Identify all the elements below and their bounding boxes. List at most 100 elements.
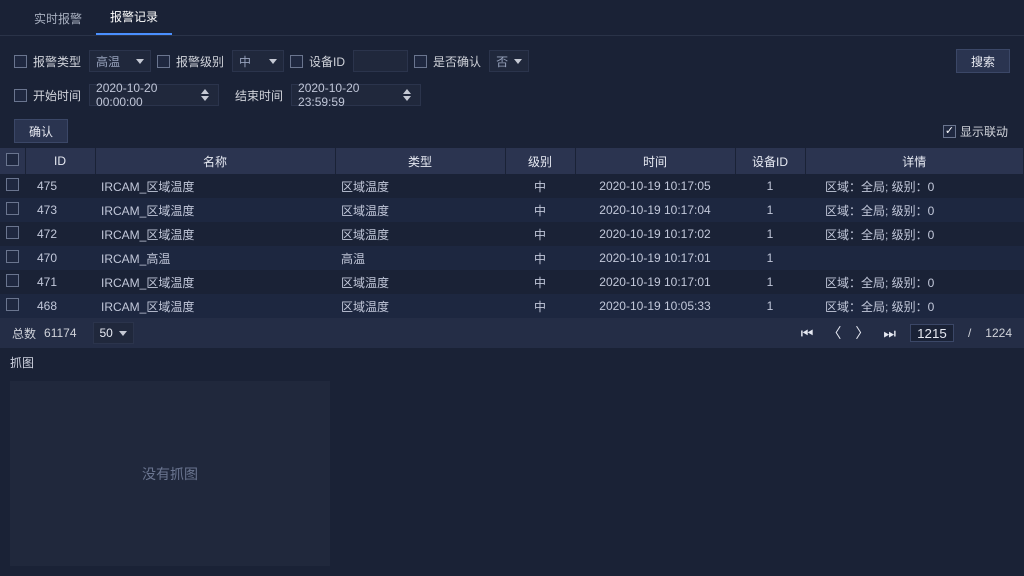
th-id: ID xyxy=(25,148,95,174)
label-confirm: 是否确认 xyxy=(433,53,481,70)
row-checkbox[interactable] xyxy=(6,274,19,287)
tab-bar: 实时报警 报警记录 xyxy=(0,0,1024,36)
label-end-time: 结束时间 xyxy=(235,87,283,104)
cell-id: 468 xyxy=(25,294,95,318)
tab-realtime[interactable]: 实时报警 xyxy=(20,2,96,35)
row-checkbox[interactable] xyxy=(6,178,19,191)
label-alarm-level: 报警级别 xyxy=(176,53,224,70)
cell-detail: 区域：全局; 级别：0 xyxy=(805,198,1024,222)
cell-time: 2020-10-19 10:05:33 xyxy=(575,294,735,318)
checkbox-confirm[interactable] xyxy=(414,55,427,68)
pagination-bar: 总数 61174 50 ⏮ 〈 〉 ⏭ / 1224 xyxy=(0,318,1024,348)
page-total: 1224 xyxy=(985,326,1012,340)
snapshot-title: 抓图 xyxy=(0,348,1024,377)
cell-name: IRCAM_区域温度 xyxy=(95,294,335,318)
chevron-down-icon xyxy=(269,59,277,64)
select-confirm-value: 否 xyxy=(496,53,508,70)
spin-down-icon[interactable] xyxy=(201,96,209,101)
checkbox-start-time[interactable] xyxy=(14,89,27,102)
cell-type: 区域温度 xyxy=(335,222,505,246)
input-start-time-value: 2020-10-20 00:00:00 xyxy=(96,81,198,109)
checkbox-alarm-type[interactable] xyxy=(14,55,27,68)
label-alarm-type: 报警类型 xyxy=(33,53,81,70)
cell-name: IRCAM_区域温度 xyxy=(95,270,335,294)
table-row[interactable]: 468IRCAM_区域温度区域温度中2020-10-19 10:05:331区域… xyxy=(0,294,1024,318)
cell-deviceid: 1 xyxy=(735,294,805,318)
spin-down-icon[interactable] xyxy=(403,96,411,101)
row-checkbox[interactable] xyxy=(6,250,19,263)
confirm-row: 确认 显示联动 xyxy=(0,114,1024,148)
tab-history[interactable]: 报警记录 xyxy=(96,0,172,35)
cell-level: 中 xyxy=(505,270,575,294)
cell-type: 区域温度 xyxy=(335,174,505,198)
table-body: 475IRCAM_区域温度区域温度中2020-10-19 10:17:051区域… xyxy=(0,174,1024,318)
table-row[interactable]: 473IRCAM_区域温度区域温度中2020-10-19 10:17:041区域… xyxy=(0,198,1024,222)
cell-name: IRCAM_区域温度 xyxy=(95,174,335,198)
row-checkbox[interactable] xyxy=(6,202,19,215)
spinner-start xyxy=(198,88,212,102)
cell-name: IRCAM_高温 xyxy=(95,246,335,270)
spin-up-icon[interactable] xyxy=(201,89,209,94)
input-start-time[interactable]: 2020-10-20 00:00:00 xyxy=(89,84,219,106)
row-checkbox[interactable] xyxy=(6,226,19,239)
cell-type: 区域温度 xyxy=(335,270,505,294)
cell-id: 473 xyxy=(25,198,95,222)
cell-deviceid: 1 xyxy=(735,246,805,270)
spin-up-icon[interactable] xyxy=(403,89,411,94)
select-page-size[interactable]: 50 xyxy=(93,322,134,344)
row-checkbox[interactable] xyxy=(6,298,19,311)
cell-id: 475 xyxy=(25,174,95,198)
input-end-time[interactable]: 2020-10-20 23:59:59 xyxy=(291,84,421,106)
th-deviceid: 设备ID xyxy=(735,148,805,174)
first-page-icon[interactable]: ⏮ xyxy=(801,325,814,342)
select-confirm[interactable]: 否 xyxy=(489,50,529,72)
snapshot-empty-text: 没有抓图 xyxy=(142,464,198,484)
search-button[interactable]: 搜索 xyxy=(956,49,1010,73)
cell-level: 中 xyxy=(505,294,575,318)
table-row[interactable]: 472IRCAM_区域温度区域温度中2020-10-19 10:17:021区域… xyxy=(0,222,1024,246)
cell-name: IRCAM_区域温度 xyxy=(95,222,335,246)
prev-page-icon[interactable]: 〈 xyxy=(827,323,841,343)
checkbox-show-linkage[interactable] xyxy=(943,125,956,138)
page-input[interactable] xyxy=(910,324,954,342)
select-alarm-level-value: 中 xyxy=(239,53,263,70)
checkbox-device-id[interactable] xyxy=(290,55,303,68)
table-row[interactable]: 475IRCAM_区域温度区域温度中2020-10-19 10:17:051区域… xyxy=(0,174,1024,198)
cell-detail: 区域：全局; 级别：0 xyxy=(805,174,1024,198)
table-row[interactable]: 471IRCAM_区域温度区域温度中2020-10-19 10:17:011区域… xyxy=(0,270,1024,294)
alarm-table: ID 名称 类型 级别 时间 设备ID 详情 475IRCAM_区域温度区域温度… xyxy=(0,148,1024,318)
checkbox-alarm-level[interactable] xyxy=(157,55,170,68)
label-show-linkage: 显示联动 xyxy=(960,123,1008,140)
cell-time: 2020-10-19 10:17:05 xyxy=(575,174,735,198)
select-alarm-type[interactable]: 高温 xyxy=(89,50,151,72)
page-controls: ⏮ 〈 〉 ⏭ / 1224 xyxy=(801,323,1012,343)
select-alarm-level[interactable]: 中 xyxy=(232,50,284,72)
cell-time: 2020-10-19 10:17:04 xyxy=(575,198,735,222)
filter-panel: 报警类型 高温 报警级别 中 设备ID 是否确认 否 搜索 开始时间 2020-… xyxy=(0,36,1024,114)
checkbox-select-all[interactable] xyxy=(6,153,19,166)
last-page-icon[interactable]: ⏭ xyxy=(883,325,896,342)
input-device-id[interactable] xyxy=(353,50,408,72)
cell-id: 471 xyxy=(25,270,95,294)
cell-detail: 区域：全局; 级别：0 xyxy=(805,270,1024,294)
table-row[interactable]: 470IRCAM_高温高温中2020-10-19 10:17:011 xyxy=(0,246,1024,270)
cell-name: IRCAM_区域温度 xyxy=(95,198,335,222)
value-total: 61174 xyxy=(44,326,76,340)
cell-deviceid: 1 xyxy=(735,270,805,294)
cell-level: 中 xyxy=(505,198,575,222)
confirm-button[interactable]: 确认 xyxy=(14,119,68,143)
select-alarm-type-value: 高温 xyxy=(96,53,130,70)
show-linkage-wrap: 显示联动 xyxy=(943,123,1010,140)
filter-row-1: 报警类型 高温 报警级别 中 设备ID 是否确认 否 搜索 xyxy=(14,44,1010,78)
cell-deviceid: 1 xyxy=(735,198,805,222)
page-sep: / xyxy=(968,326,971,340)
next-page-icon[interactable]: 〉 xyxy=(855,323,869,343)
cell-id: 472 xyxy=(25,222,95,246)
th-detail: 详情 xyxy=(805,148,1024,174)
select-page-size-value: 50 xyxy=(100,326,113,340)
cell-id: 470 xyxy=(25,246,95,270)
spinner-end xyxy=(400,88,414,102)
th-time: 时间 xyxy=(575,148,735,174)
table-header: ID 名称 类型 级别 时间 设备ID 详情 xyxy=(0,148,1024,174)
snapshot-area: 没有抓图 xyxy=(10,381,330,566)
